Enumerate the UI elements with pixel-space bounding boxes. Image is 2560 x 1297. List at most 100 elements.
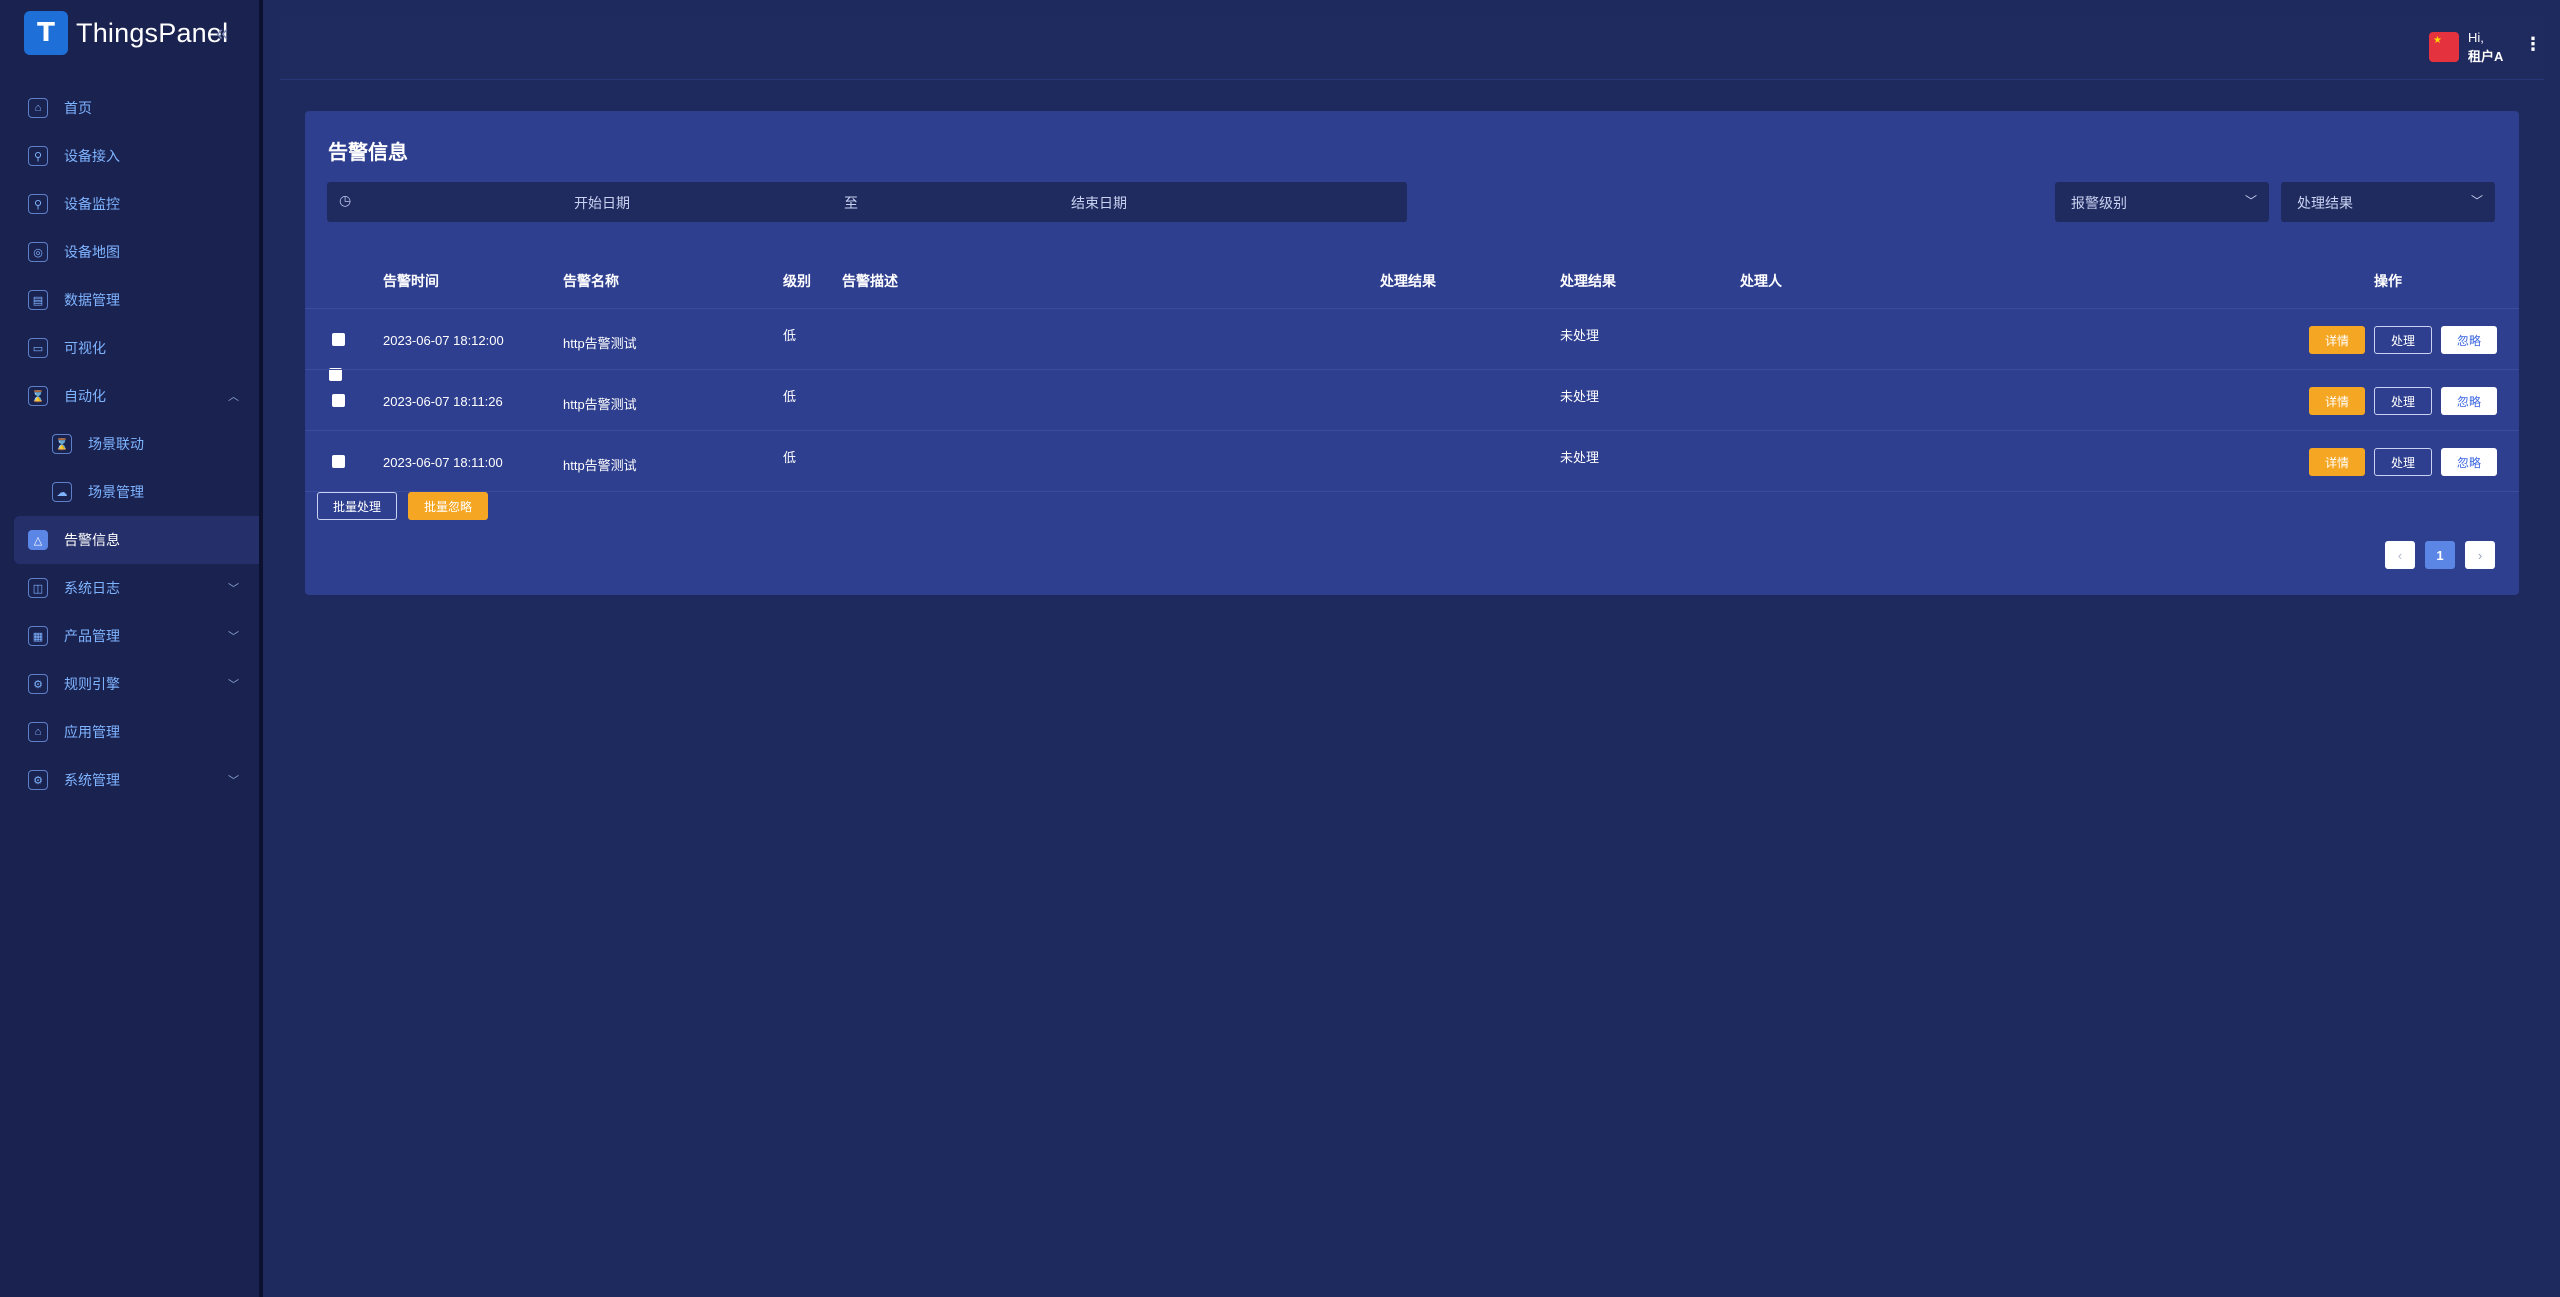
more-vertical-icon[interactable]: ⋮ — [2524, 34, 2542, 55]
chevron-down-icon: ﹀ — [228, 679, 239, 691]
product-icon: ▦ — [28, 626, 48, 646]
sidebar-item-rule-engine[interactable]: ⚙ 规则引擎 ﹀ — [0, 660, 259, 708]
sidebar-item-label: 告警信息 — [64, 532, 120, 548]
sidebar-item-label: 数据管理 — [64, 292, 120, 308]
process-result: 未处理 — [1560, 328, 1600, 343]
table-header: 告警时间 告警名称 级别 告警描述 处理结果 处理结果 处理人 操作 — [305, 251, 2519, 381]
greeting-text: Hi, — [2468, 30, 2484, 45]
scene-linkage-icon: ⌛ — [52, 434, 72, 454]
pagination-prev-button[interactable]: ‹ — [2385, 541, 2415, 569]
sidebar-item-label: 首页 — [64, 100, 92, 116]
visualization-icon: ▭ — [28, 338, 48, 358]
sidebar-item-scene-manage[interactable]: ☁ 场景管理 — [0, 468, 259, 516]
sidebar-item-label: 可视化 — [64, 340, 106, 356]
automation-icon: ⌛ — [28, 386, 48, 406]
bulk-handle-button[interactable]: 批量处理 — [317, 492, 397, 520]
alarm-card: 告警信息 ◷ 开始日期 至 结束日期 报警级别 ﹀ 处理结果 ﹀ 告警时间 告警… — [305, 111, 2519, 595]
china-flag-icon[interactable]: ★ — [2429, 32, 2459, 62]
sidebar-item-device-map[interactable]: ◎ 设备地图 — [0, 228, 259, 276]
sidebar-item-device-access[interactable]: ⚲ 设备接入 — [0, 132, 259, 180]
row-checkbox[interactable] — [332, 394, 345, 407]
device-access-icon: ⚲ — [28, 146, 48, 166]
data-icon: ▤ — [28, 290, 48, 310]
sidebar-item-app-manage[interactable]: ⌂ 应用管理 — [0, 708, 259, 756]
table-row: 2023-06-07 18:12:00 http告警测试 低 未处理 详情 处理… — [305, 310, 2519, 370]
sidebar-item-label: 设备接入 — [64, 148, 120, 164]
log-icon: ◫ — [28, 578, 48, 598]
detail-button[interactable]: 详情 — [2309, 448, 2365, 476]
chevron-down-icon: ﹀ — [228, 583, 239, 595]
alarm-level: 低 — [783, 389, 797, 404]
ignore-button[interactable]: 忽略 — [2441, 326, 2497, 354]
column-header: 操作 — [2374, 273, 2402, 289]
column-header: 告警时间 — [383, 273, 439, 289]
alarm-level: 低 — [783, 450, 797, 465]
pagination-next-button[interactable]: › — [2465, 541, 2495, 569]
sidebar-item-system-log[interactable]: ◫ 系统日志 ﹀ — [0, 564, 259, 612]
alarm-level-select[interactable]: 报警级别 ﹀ — [2055, 182, 2269, 222]
date-range-picker[interactable]: ◷ 开始日期 至 结束日期 — [327, 182, 1407, 222]
alarm-time: 2023-06-07 18:12:00 — [383, 333, 504, 348]
sidebar-item-home[interactable]: ⌂ 首页 — [0, 84, 259, 132]
detail-button[interactable]: 详情 — [2309, 326, 2365, 354]
sidebar-item-automation[interactable]: ⌛ 自动化 ︿ — [0, 372, 259, 420]
range-separator: 至 — [844, 195, 858, 211]
user-greeting[interactable]: Hi, 租户A — [2468, 28, 2503, 66]
collapse-sidebar-icon[interactable]: « — [216, 20, 228, 46]
alarm-level: 低 — [783, 328, 797, 343]
sidebar-item-label: 系统管理 — [64, 772, 120, 788]
alarm-name: http告警测试 — [563, 336, 637, 351]
sidebar-item-device-monitor[interactable]: ⚲ 设备监控 — [0, 180, 259, 228]
rule-engine-icon: ⚙ — [28, 674, 48, 694]
sidebar-item-product-manage[interactable]: ▦ 产品管理 ﹀ — [0, 612, 259, 660]
alarm-name: http告警测试 — [563, 397, 637, 412]
end-date-input[interactable]: 结束日期 — [1071, 193, 1127, 213]
handle-button[interactable]: 处理 — [2374, 326, 2432, 354]
process-result-placeholder: 处理结果 — [2297, 195, 2353, 211]
alarm-name: http告警测试 — [563, 458, 637, 473]
chevron-down-icon: ﹀ — [2244, 194, 2257, 208]
sidebar: T ThingsPanel « ⌂ 首页 ⚲ 设备接入 ⚲ 设备监控 ◎ 设备地… — [0, 0, 263, 1297]
sidebar-item-label: 自动化 — [64, 388, 106, 404]
row-checkbox[interactable] — [332, 333, 345, 346]
column-header: 处理结果 — [1560, 273, 1616, 289]
sidebar-item-scene-linkage[interactable]: ⌛ 场景联动 — [0, 420, 259, 468]
start-date-input[interactable]: 开始日期 — [574, 193, 630, 213]
sidebar-item-alarm[interactable]: △ 告警信息 — [14, 516, 259, 564]
row-checkbox[interactable] — [332, 455, 345, 468]
process-result: 未处理 — [1560, 389, 1600, 404]
home-icon: ⌂ — [28, 98, 48, 118]
handle-button[interactable]: 处理 — [2374, 448, 2432, 476]
table-row: 2023-06-07 18:11:26 http告警测试 低 未处理 详情 处理… — [305, 371, 2519, 431]
chevron-up-icon: ︿ — [228, 391, 239, 403]
column-header: 告警名称 — [563, 273, 619, 289]
pagination-page-1[interactable]: 1 — [2425, 541, 2455, 569]
handle-button[interactable]: 处理 — [2374, 387, 2432, 415]
ignore-button[interactable]: 忽略 — [2441, 387, 2497, 415]
bulk-ignore-button[interactable]: 批量忽略 — [408, 492, 488, 520]
thingspanel-logo-icon: T — [24, 11, 68, 55]
alarm-time: 2023-06-07 18:11:26 — [383, 394, 503, 409]
logo[interactable]: T ThingsPanel — [24, 11, 228, 55]
settings-icon: ⚙ — [28, 770, 48, 790]
sidebar-item-label: 产品管理 — [64, 628, 120, 644]
app-name: ThingsPanel — [76, 17, 229, 48]
sidebar-item-label: 规则引擎 — [64, 676, 120, 692]
chevron-down-icon: ﹀ — [228, 775, 239, 787]
process-result-select[interactable]: 处理结果 ﹀ — [2281, 182, 2495, 222]
scene-manage-icon: ☁ — [52, 482, 72, 502]
ignore-button[interactable]: 忽略 — [2441, 448, 2497, 476]
clock-icon: ◷ — [339, 192, 352, 208]
column-header: 告警描述 — [842, 273, 898, 289]
page-title: 告警信息 — [328, 142, 408, 164]
alarm-icon: △ — [28, 530, 48, 550]
sidebar-item-label: 场景联动 — [88, 436, 144, 452]
sidebar-item-system-manage[interactable]: ⚙ 系统管理 ﹀ — [0, 756, 259, 804]
table-row: 2023-06-07 18:11:00 http告警测试 低 未处理 详情 处理… — [305, 432, 2519, 492]
column-header: 处理人 — [1740, 273, 1782, 289]
top-header — [280, 16, 2544, 80]
sidebar-item-visualization[interactable]: ▭ 可视化 — [0, 324, 259, 372]
detail-button[interactable]: 详情 — [2309, 387, 2365, 415]
username: 租户A — [2468, 49, 2504, 64]
sidebar-item-data-manage[interactable]: ▤ 数据管理 — [0, 276, 259, 324]
